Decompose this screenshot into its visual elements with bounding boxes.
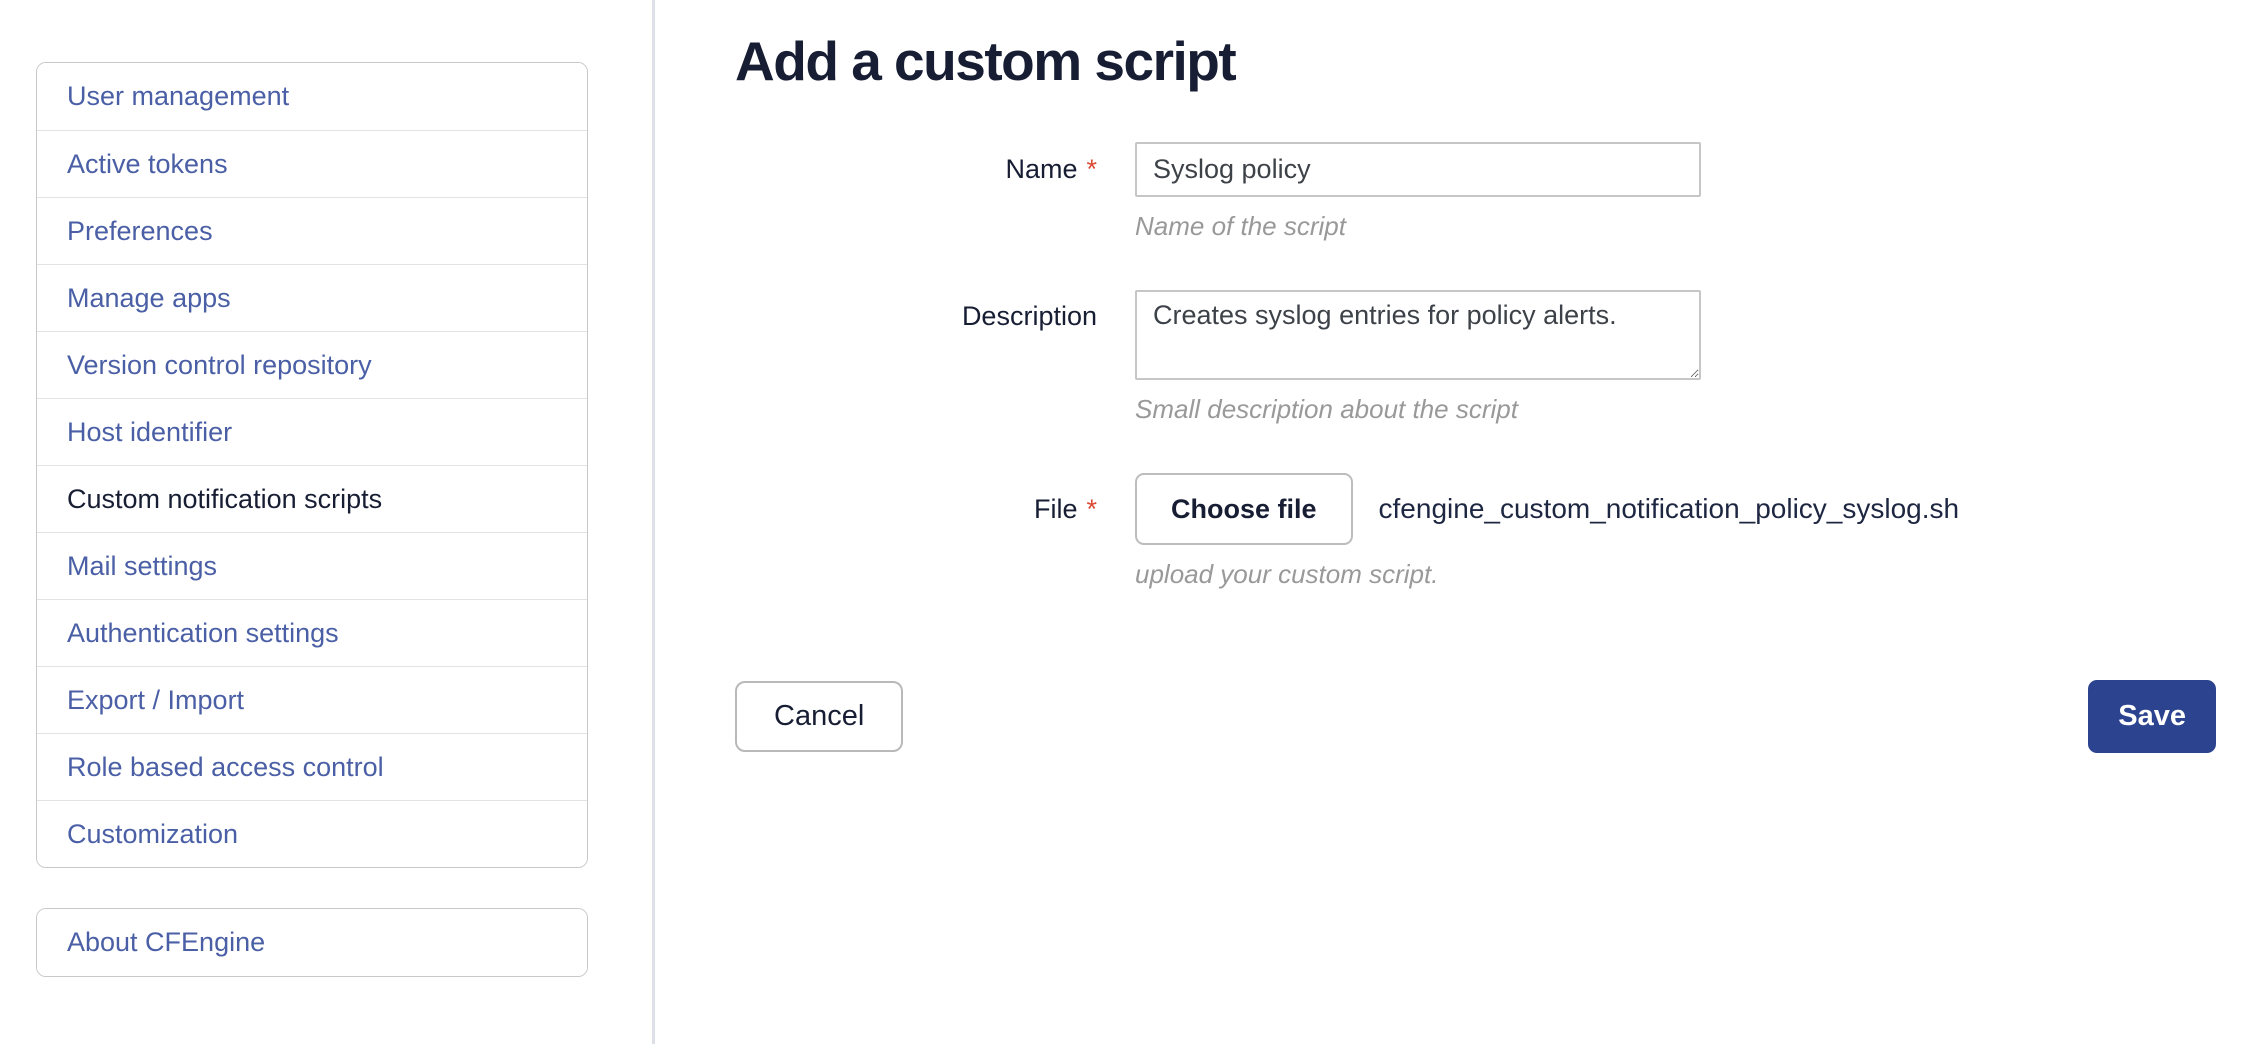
settings-menu: User management Active tokens Preference… [36, 62, 588, 868]
description-field-col: Creates syslog entries for policy alerts… [1135, 290, 1701, 425]
page-title: Add a custom script [735, 28, 2216, 94]
sidebar-item-mail-settings[interactable]: Mail settings [37, 532, 587, 599]
add-custom-script-form: Name * Name of the script Description Cr… [735, 142, 2216, 753]
file-input-line: Choose file cfengine_custom_notification… [1135, 473, 1959, 545]
sidebar-item-authentication-settings[interactable]: Authentication settings [37, 599, 587, 666]
name-helper-text: Name of the script [1135, 211, 1701, 242]
choose-file-button[interactable]: Choose file [1135, 473, 1353, 545]
description-label: Description [735, 290, 1135, 342]
description-row: Description Creates syslog entries for p… [735, 290, 2216, 425]
sidebar-item-preferences[interactable]: Preferences [37, 197, 587, 264]
sidebar-item-version-control-repository[interactable]: Version control repository [37, 331, 587, 398]
description-textarea[interactable]: Creates syslog entries for policy alerts… [1135, 290, 1701, 380]
required-asterisk: * [1086, 494, 1097, 525]
cancel-button[interactable]: Cancel [735, 681, 903, 752]
sidebar-item-host-identifier[interactable]: Host identifier [37, 398, 587, 465]
sidebar-item-manage-apps[interactable]: Manage apps [37, 264, 587, 331]
sidebar-item-user-management[interactable]: User management [37, 63, 587, 130]
description-helper-text: Small description about the script [1135, 394, 1701, 425]
description-label-text: Description [962, 301, 1097, 332]
file-label: File * [735, 473, 1135, 545]
settings-sidebar: User management Active tokens Preference… [36, 62, 588, 977]
selected-filename: cfengine_custom_notification_policy_sysl… [1379, 493, 1960, 525]
name-input[interactable] [1135, 142, 1701, 197]
name-row: Name * Name of the script [735, 142, 2216, 242]
sidebar-item-role-based-access-control[interactable]: Role based access control [37, 733, 587, 800]
main-content: Add a custom script Name * Name of the s… [655, 0, 2252, 1044]
about-menu: About CFEngine [36, 908, 588, 977]
file-helper-text: upload your custom script. [1135, 559, 1959, 590]
sidebar-item-customization[interactable]: Customization [37, 800, 587, 867]
file-field-col: Choose file cfengine_custom_notification… [1135, 473, 1959, 590]
sidebar-item-export-import[interactable]: Export / Import [37, 666, 587, 733]
file-row: File * Choose file cfengine_custom_notif… [735, 473, 2216, 590]
name-label-text: Name [1005, 154, 1077, 185]
save-button[interactable]: Save [2088, 680, 2216, 753]
settings-page: User management Active tokens Preference… [0, 0, 2252, 1044]
required-asterisk: * [1086, 154, 1097, 185]
sidebar-item-about-cfengine[interactable]: About CFEngine [37, 909, 587, 976]
name-label: Name * [735, 142, 1135, 197]
sidebar-item-custom-notification-scripts[interactable]: Custom notification scripts [37, 465, 587, 532]
sidebar-item-active-tokens[interactable]: Active tokens [37, 130, 587, 197]
form-actions: Cancel Save [735, 680, 2216, 753]
name-field-col: Name of the script [1135, 142, 1701, 242]
file-label-text: File [1034, 494, 1078, 525]
